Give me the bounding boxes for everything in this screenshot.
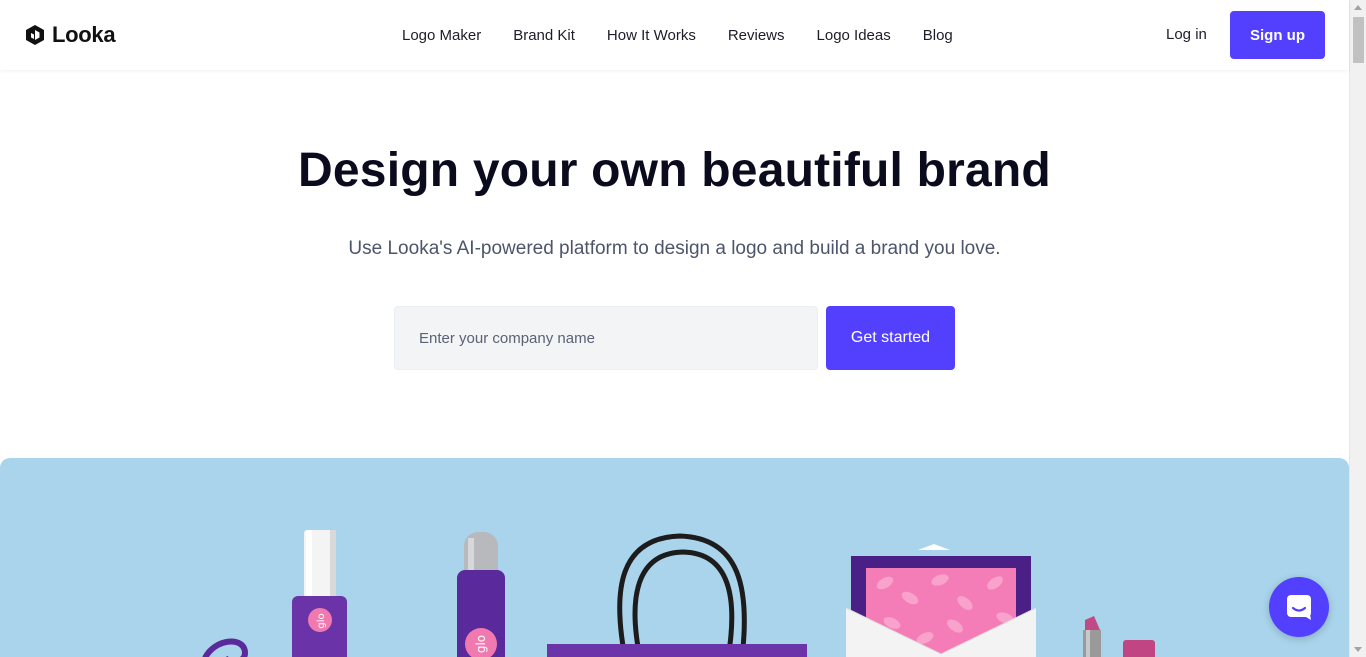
nav-how-it-works[interactable]: How It Works (591, 27, 712, 44)
scroll-down-arrow-icon[interactable] (1354, 647, 1362, 652)
nav-blog[interactable]: Blog (907, 27, 969, 44)
main-nav: Logo Maker Brand Kit How It Works Review… (386, 0, 969, 70)
brand-mockup-banner: glo glo (0, 458, 1349, 657)
hero-subtitle: Use Looka's AI-powered platform to desig… (348, 238, 1001, 259)
looka-hexagon-icon (26, 25, 44, 45)
login-link[interactable]: Log in (1152, 24, 1221, 45)
company-name-input[interactable] (394, 306, 818, 370)
lipstick (1083, 616, 1155, 657)
product-logo-text-2: glo (474, 635, 488, 653)
envelope (845, 544, 1037, 657)
nav-reviews[interactable]: Reviews (712, 27, 801, 44)
hero-title: Design your own beautiful brand (298, 144, 1051, 197)
scroll-up-arrow-icon[interactable] (1354, 5, 1362, 10)
shopping-bag (547, 533, 807, 657)
signup-button[interactable]: Sign up (1230, 11, 1325, 59)
chat-smile-icon (1287, 595, 1311, 620)
get-started-button[interactable]: Get started (826, 306, 955, 370)
spray-bottle: glo (457, 532, 505, 657)
nav-brand-kit[interactable]: Brand Kit (497, 27, 591, 44)
brand-logo[interactable]: Looka (24, 22, 116, 48)
scroll-thumb[interactable] (1353, 17, 1364, 63)
nav-logo-ideas[interactable]: Logo Ideas (801, 27, 907, 44)
nail-polish-bottle: glo (292, 530, 347, 657)
page-scrollbar[interactable] (1349, 0, 1366, 657)
nav-logo-maker[interactable]: Logo Maker (386, 27, 497, 44)
brand-name: Looka (52, 22, 116, 47)
product-mockups: glo glo (202, 530, 1155, 657)
site-header: Looka Logo Maker Brand Kit How It Works … (0, 0, 1349, 70)
chat-launcher-button[interactable] (1269, 577, 1329, 637)
ribbon-loop (202, 638, 249, 657)
product-logo-text-1: glo (316, 613, 327, 628)
